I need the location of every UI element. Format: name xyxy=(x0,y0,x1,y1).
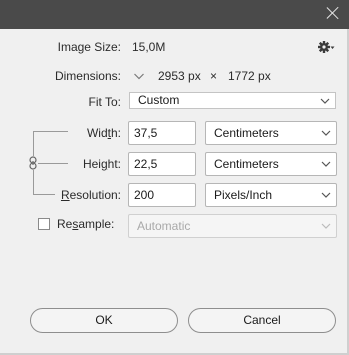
height-label: Height: xyxy=(82,157,121,171)
dimensions-width: 2953 px xyxy=(158,69,201,83)
resample-method-select[interactable]: Automatic xyxy=(128,214,337,238)
width-label: Width: xyxy=(86,126,121,140)
width-unit-value: Centimeters xyxy=(214,126,279,140)
chevron-down-icon xyxy=(321,130,331,136)
constrain-line xyxy=(33,194,55,195)
resolution-input[interactable]: 200 xyxy=(128,183,196,207)
constrain-line xyxy=(38,163,68,164)
chevron-down-icon xyxy=(321,192,331,198)
height-input[interactable]: 22,5 xyxy=(128,152,196,176)
chevron-down-icon xyxy=(320,98,330,104)
resolution-unit-value: Pixels/Inch xyxy=(214,188,273,202)
cancel-button[interactable]: Cancel xyxy=(188,308,336,333)
constrain-line xyxy=(33,131,68,132)
fit-to-value: Custom xyxy=(138,93,180,107)
height-unit-select[interactable]: Centimeters xyxy=(205,152,337,176)
chevron-down-icon xyxy=(321,161,331,167)
resample-method-value: Automatic xyxy=(137,219,191,233)
constrain-line xyxy=(33,131,34,156)
link-icon[interactable] xyxy=(28,156,38,170)
fit-to-label: Fit To: xyxy=(88,95,121,109)
image-size-value: 15,0M xyxy=(132,40,166,54)
gear-icon[interactable] xyxy=(317,40,335,54)
width-unit-select[interactable]: Centimeters xyxy=(205,121,337,145)
close-icon[interactable] xyxy=(326,6,340,20)
image-size-label: Image Size: xyxy=(57,40,121,54)
dialog-titlebar xyxy=(0,0,349,29)
resolution-unit-select[interactable]: Pixels/Inch xyxy=(205,183,337,207)
ok-button[interactable]: OK xyxy=(30,308,178,333)
fit-to-select[interactable]: Custom xyxy=(129,92,336,109)
chevron-down-icon xyxy=(321,223,331,229)
dimensions-height: 1772 px xyxy=(228,69,271,83)
height-unit-value: Centimeters xyxy=(214,157,279,171)
chevron-down-icon[interactable] xyxy=(131,68,147,84)
resolution-label: Resolution: xyxy=(60,188,121,202)
dimensions-separator: × xyxy=(210,69,218,83)
resample-label: Resample: xyxy=(57,217,115,231)
width-input[interactable]: 37,5 xyxy=(128,121,196,145)
dimensions-label: Dimensions: xyxy=(54,69,121,83)
resample-checkbox[interactable] xyxy=(38,218,50,230)
constrain-line xyxy=(33,170,34,195)
